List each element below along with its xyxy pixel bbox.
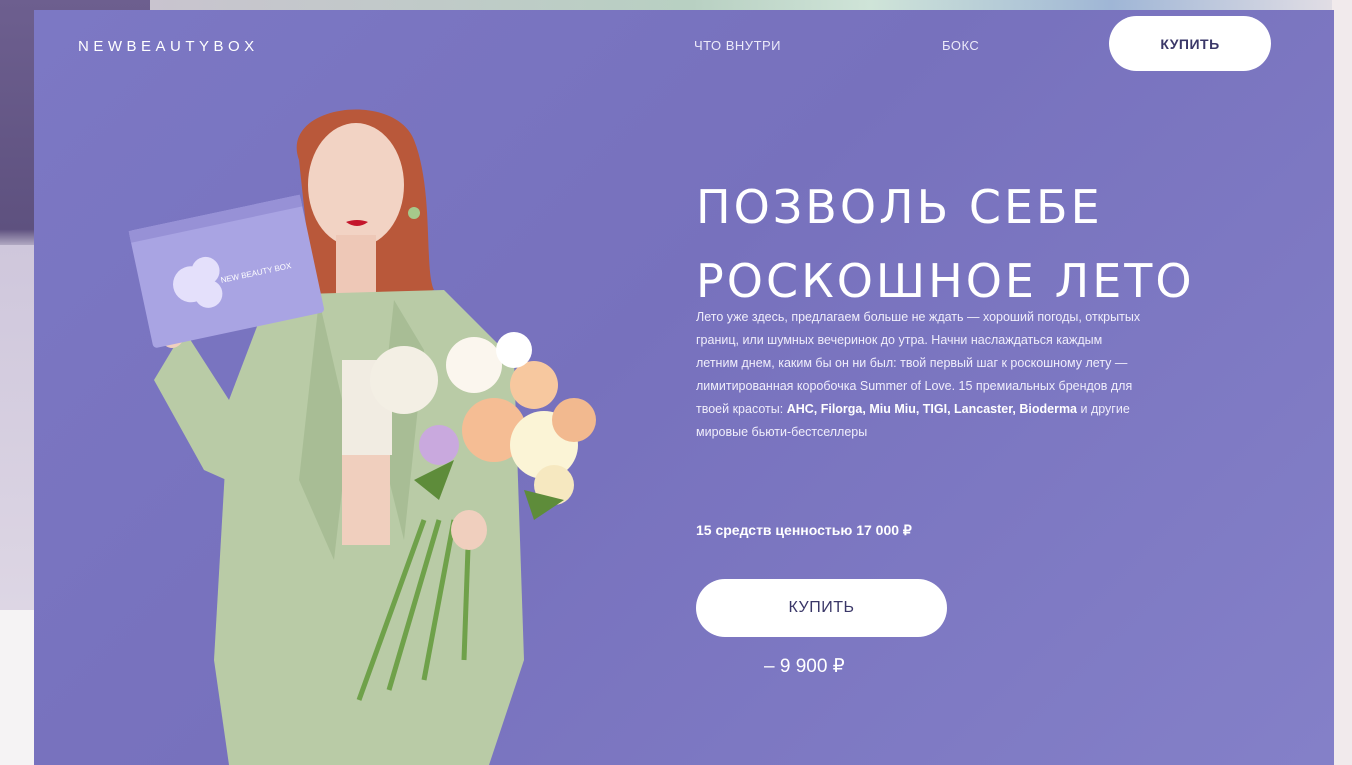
site-logo[interactable]: NEWBEAUTYBOX bbox=[78, 38, 259, 55]
model-torso bbox=[342, 455, 390, 545]
header-buy-button[interactable]: КУПИТЬ bbox=[1109, 16, 1271, 71]
nav-link-inside[interactable]: ЧТО ВНУТРИ bbox=[694, 38, 781, 53]
earring-icon bbox=[408, 207, 420, 219]
hero-title: ПОЗВОЛЬ СЕБЕ РОСКОШНОЕ ЛЕТО bbox=[696, 170, 1195, 318]
background-right-strip bbox=[1332, 0, 1352, 765]
hero-title-line-1: ПОЗВОЛЬ СЕБЕ bbox=[696, 180, 1103, 234]
hero-buy-button[interactable]: КУПИТЬ bbox=[696, 579, 947, 637]
model-face bbox=[308, 123, 404, 247]
model-neck bbox=[336, 235, 376, 295]
nav-link-box[interactable]: БОКС bbox=[942, 38, 979, 53]
hero-description-brands: AHC, Filorga, Miu Miu, TIGI, Lancaster, … bbox=[786, 402, 1078, 416]
price-label: – 9 900 ₽ bbox=[764, 656, 845, 677]
model-hand-right bbox=[451, 510, 487, 550]
hero-description-intro: Лето уже здесь, предлагаем больше не жда… bbox=[696, 310, 1141, 416]
hero-card: NEWBEAUTYBOX ЧТО ВНУТРИ БОКС КУПИТЬ NEW … bbox=[34, 10, 1334, 765]
hero-title-line-2: РОСКОШНОЕ ЛЕТО bbox=[696, 254, 1195, 308]
hero-photo: NEW BEAUTY BOX bbox=[128, 109, 596, 765]
value-statement: 15 средств ценностью 17 000 ₽ bbox=[696, 522, 912, 538]
hero-description: Лето уже здесь, предлагаем больше не жда… bbox=[696, 306, 1141, 444]
